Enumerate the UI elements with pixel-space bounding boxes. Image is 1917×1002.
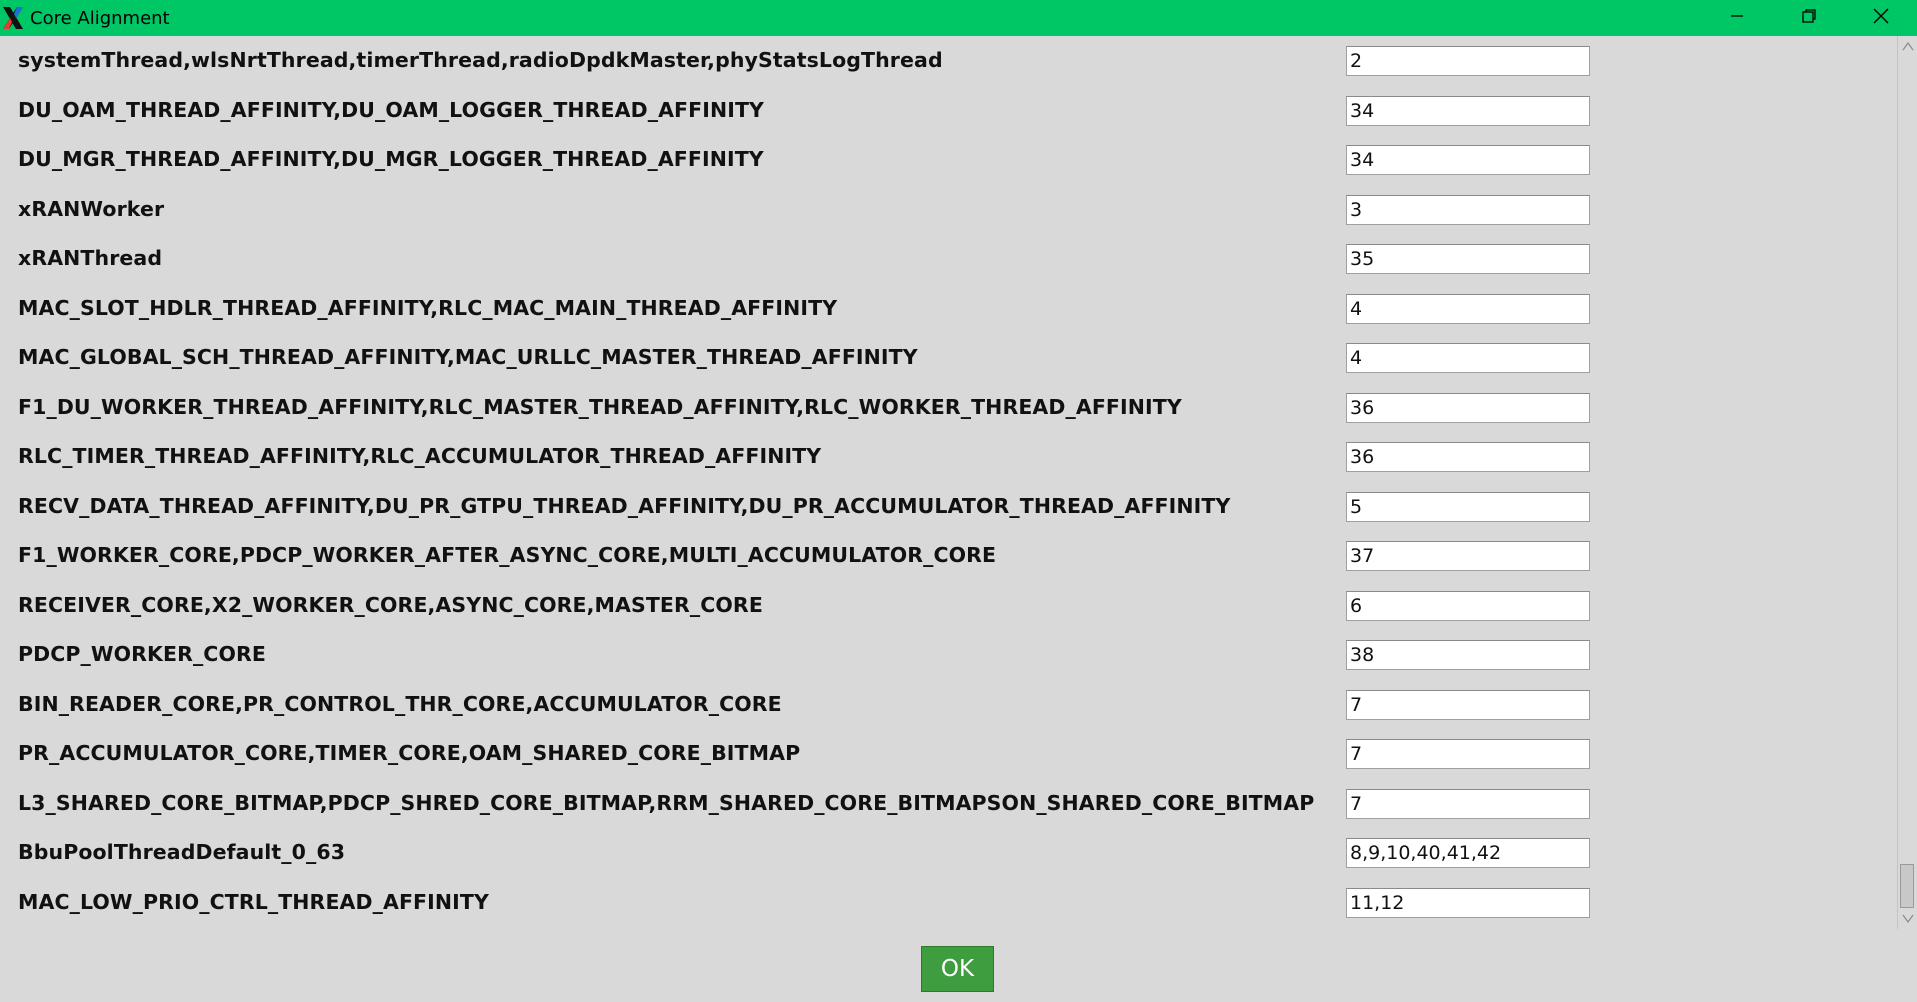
field-label: BIN_READER_CORE,PR_CONTROL_THR_CORE,ACCU… xyxy=(18,691,782,716)
form-row: F1_DU_WORKER_THREAD_AFFINITY,RLC_MASTER_… xyxy=(0,383,1897,433)
core-value-input[interactable] xyxy=(1346,293,1590,324)
form-row: RECEIVER_CORE,X2_WORKER_CORE,ASYNC_CORE,… xyxy=(0,581,1897,631)
core-value-input[interactable] xyxy=(1346,343,1590,373)
form-row: xRANWorker xyxy=(0,185,1897,235)
scroll-up-icon xyxy=(1902,36,1914,55)
core-value-input[interactable] xyxy=(1346,46,1590,76)
form-row: RLC_TIMER_THREAD_AFFINITY,RLC_ACCUMULATO… xyxy=(0,432,1897,482)
field-label: F1_DU_WORKER_THREAD_AFFINITY,RLC_MASTER_… xyxy=(18,394,1182,419)
form-row: L3_SHARED_CORE_BITMAP,PDCP_SHRED_CORE_BI… xyxy=(0,779,1897,829)
core-value-input[interactable] xyxy=(1346,739,1590,769)
field-label: RECEIVER_CORE,X2_WORKER_CORE,ASYNC_CORE,… xyxy=(18,592,763,617)
form-row: BIN_READER_CORE,PR_CONTROL_THR_CORE,ACCU… xyxy=(0,680,1897,730)
field-label: xRANThread xyxy=(18,246,163,270)
field-label: PDCP_WORKER_CORE xyxy=(18,642,266,666)
field-label: MAC_SLOT_HDLR_THREAD_AFFINITY,RLC_MAC_MA… xyxy=(18,295,838,320)
window-title: Core Alignment xyxy=(30,7,170,29)
core-value-input[interactable] xyxy=(1346,95,1590,126)
scroll-thumb[interactable] xyxy=(1900,864,1914,908)
close-icon xyxy=(1873,8,1889,28)
close-button[interactable] xyxy=(1845,0,1917,36)
scroll-up-button[interactable] xyxy=(1898,36,1917,54)
core-alignment-window: Core Alignment systemThread,wlsNrtThread… xyxy=(0,0,1917,1002)
scroll-down-icon xyxy=(1902,909,1914,928)
vertical-scrollbar[interactable] xyxy=(1897,36,1917,929)
field-label: PR_ACCUMULATOR_CORE,TIMER_CORE,OAM_SHARE… xyxy=(18,741,801,765)
field-label: DU_MGR_THREAD_AFFINITY,DU_MGR_LOGGER_THR… xyxy=(18,147,764,171)
core-value-input[interactable] xyxy=(1346,838,1590,868)
field-label: MAC_GLOBAL_SCH_THREAD_AFFINITY,MAC_URLLC… xyxy=(18,345,918,369)
form-row: MAC_GLOBAL_SCH_THREAD_AFFINITY,MAC_URLLC… xyxy=(0,333,1897,383)
core-value-input[interactable] xyxy=(1346,541,1590,571)
minimize-button[interactable] xyxy=(1701,0,1773,36)
maximize-button[interactable] xyxy=(1773,0,1845,36)
field-label: F1_WORKER_CORE,PDCP_WORKER_AFTER_ASYNC_C… xyxy=(18,543,997,567)
form-row: RECV_DATA_THREAD_AFFINITY,DU_PR_GTPU_THR… xyxy=(0,482,1897,532)
core-value-input[interactable] xyxy=(1346,491,1590,522)
form-row: MAC_LOW_PRIO_CTRL_THREAD_AFFINITY xyxy=(0,878,1897,927)
form-row: xRANThread xyxy=(0,234,1897,284)
form-row: DU_OAM_THREAD_AFFINITY,DU_OAM_LOGGER_THR… xyxy=(0,86,1897,136)
field-label: DU_OAM_THREAD_AFFINITY,DU_OAM_LOGGER_THR… xyxy=(18,97,765,122)
form-row: F1_WORKER_CORE,PDCP_WORKER_AFTER_ASYNC_C… xyxy=(0,531,1897,581)
form-row: systemThread,wlsNrtThread,timerThread,ra… xyxy=(0,36,1897,86)
core-value-input[interactable] xyxy=(1346,145,1590,175)
field-label: xRANWorker xyxy=(18,196,165,221)
field-label: systemThread,wlsNrtThread,timerThread,ra… xyxy=(18,48,943,72)
form-row: DU_MGR_THREAD_AFFINITY,DU_MGR_LOGGER_THR… xyxy=(0,135,1897,185)
core-value-input[interactable] xyxy=(1346,788,1590,819)
form-row: PDCP_WORKER_CORE xyxy=(0,630,1897,680)
field-label: RECV_DATA_THREAD_AFFINITY,DU_PR_GTPU_THR… xyxy=(18,493,1231,518)
core-value-input[interactable] xyxy=(1346,590,1590,621)
core-alignment-form: systemThread,wlsNrtThread,timerThread,ra… xyxy=(0,36,1897,926)
window-controls xyxy=(1701,0,1917,36)
core-value-input[interactable] xyxy=(1346,640,1590,670)
form-row: BbuPoolThreadDefault_0_63 xyxy=(0,828,1897,878)
core-value-input[interactable] xyxy=(1346,194,1590,225)
maximize-icon xyxy=(1801,8,1817,28)
scroll-down-button[interactable] xyxy=(1898,909,1917,927)
form-row: MAC_SLOT_HDLR_THREAD_AFFINITY,RLC_MAC_MA… xyxy=(0,284,1897,334)
core-value-input[interactable] xyxy=(1346,887,1590,918)
ok-button[interactable]: OK xyxy=(921,946,994,992)
field-label: RLC_TIMER_THREAD_AFFINITY,RLC_ACCUMULATO… xyxy=(18,444,822,468)
field-label: BbuPoolThreadDefault_0_63 xyxy=(18,840,346,864)
core-value-input[interactable] xyxy=(1346,442,1590,472)
title-bar[interactable]: Core Alignment xyxy=(0,0,1917,36)
field-label: L3_SHARED_CORE_BITMAP,PDCP_SHRED_CORE_BI… xyxy=(18,790,1315,815)
field-label: MAC_LOW_PRIO_CTRL_THREAD_AFFINITY xyxy=(18,889,489,914)
form-row: PR_ACCUMULATOR_CORE,TIMER_CORE,OAM_SHARE… xyxy=(0,729,1897,779)
core-value-input[interactable] xyxy=(1346,244,1590,274)
x-app-icon xyxy=(1,4,25,32)
core-value-input[interactable] xyxy=(1346,392,1590,423)
minimize-icon xyxy=(1729,8,1745,28)
core-value-input[interactable] xyxy=(1346,689,1590,720)
